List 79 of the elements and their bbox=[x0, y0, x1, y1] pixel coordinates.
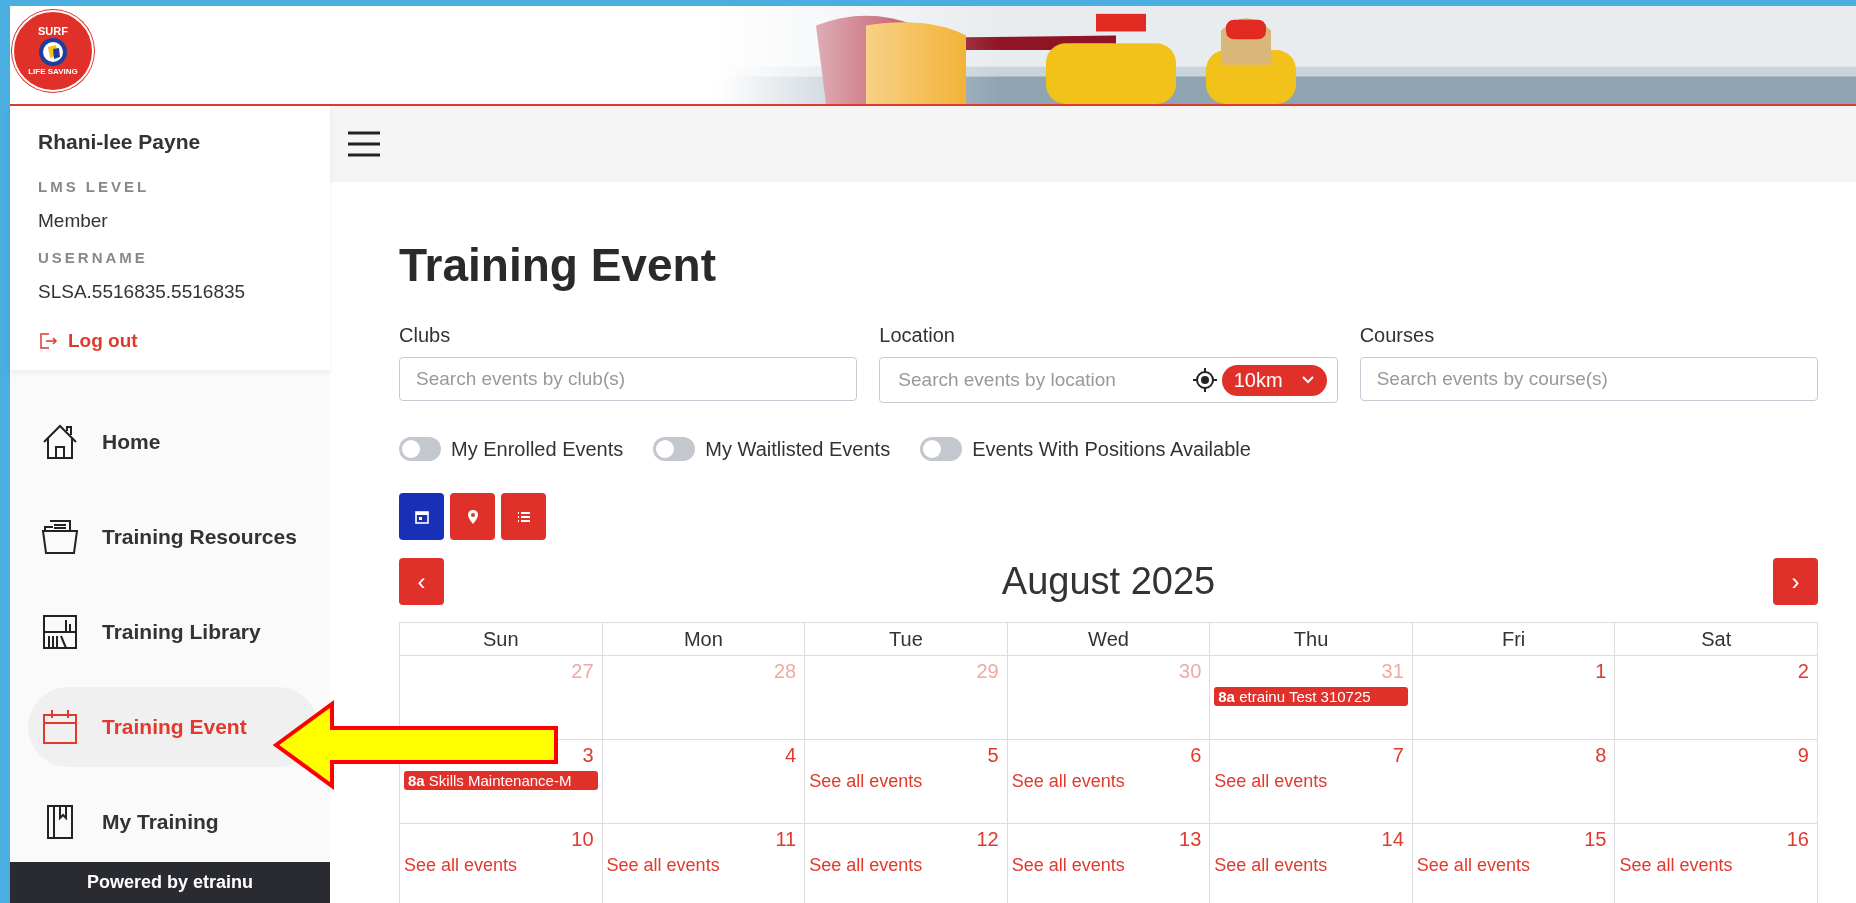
nav-item[interactable]: Training Event bbox=[28, 687, 318, 767]
folder-icon bbox=[40, 517, 80, 557]
day-number[interactable]: 11 bbox=[775, 828, 801, 851]
search-field[interactable]: Search events by club(s) bbox=[399, 357, 858, 401]
weekday-header: Sat bbox=[1615, 623, 1818, 656]
list-view-button[interactable] bbox=[501, 493, 546, 540]
logout-link[interactable]: Log out bbox=[38, 330, 138, 352]
see-all-events-link[interactable]: See all events bbox=[809, 855, 1003, 876]
location-field[interactable]: Search events by location 10km bbox=[879, 357, 1338, 403]
weekday-header: Tue bbox=[805, 623, 1008, 656]
day-number[interactable]: 5 bbox=[987, 744, 1003, 767]
weekday-header: Wed bbox=[1007, 623, 1211, 656]
calendar-icon bbox=[40, 707, 80, 747]
figure-icon bbox=[38, 37, 68, 67]
see-all-events-link[interactable]: See all events bbox=[1416, 855, 1611, 876]
see-all-events-link[interactable]: See all events bbox=[1214, 855, 1408, 876]
day-number[interactable]: 9 bbox=[1797, 744, 1813, 767]
see-all-events-link[interactable]: See all events bbox=[809, 771, 1003, 792]
toggle-switch[interactable] bbox=[653, 437, 696, 461]
day-number[interactable]: 4 bbox=[785, 744, 801, 767]
nav-item[interactable]: Training Library bbox=[28, 592, 318, 672]
weekday-header: Fri bbox=[1412, 623, 1616, 656]
day-number[interactable]: 12 bbox=[976, 828, 1003, 851]
menu-icon[interactable] bbox=[348, 131, 380, 157]
logo-text: SURF bbox=[38, 25, 68, 37]
event-chip[interactable]: 8a etrainu Test 310725 bbox=[1214, 687, 1408, 706]
day-number[interactable]: 3 bbox=[582, 744, 598, 767]
see-all-events-link[interactable]: See all events bbox=[1011, 771, 1206, 792]
field-label: Clubs bbox=[399, 324, 452, 347]
weekday-header: Thu bbox=[1210, 623, 1413, 656]
toggle-switch[interactable] bbox=[920, 437, 963, 461]
map-view-button[interactable] bbox=[450, 493, 495, 540]
calendar-view-button[interactable] bbox=[399, 493, 444, 540]
logo-text: LIFE SAVING bbox=[28, 67, 78, 77]
radius-dropdown[interactable]: 10km bbox=[1221, 364, 1327, 396]
nav-item[interactable]: Training Resources bbox=[28, 497, 318, 577]
see-all-events-link[interactable]: See all events bbox=[1214, 771, 1408, 792]
day-number[interactable]: 10 bbox=[571, 828, 598, 851]
day-number[interactable]: 1 bbox=[1595, 660, 1611, 683]
field-label: Courses bbox=[1359, 324, 1436, 347]
see-all-events-link[interactable]: See all events bbox=[606, 855, 801, 876]
field-label: Location bbox=[879, 324, 956, 347]
day-number[interactable]: 15 bbox=[1584, 828, 1611, 851]
see-all-events-link[interactable]: See all events bbox=[1619, 855, 1813, 876]
previous-month-button[interactable]: ‹ bbox=[399, 558, 444, 605]
next-month-button[interactable]: › bbox=[1773, 558, 1818, 605]
field-value: SLSA.5516835.5516835 bbox=[38, 281, 246, 303]
day-number[interactable]: 6 bbox=[1190, 744, 1206, 767]
calendar-icon bbox=[413, 508, 430, 525]
toggle-label: Events With Positions Available bbox=[972, 437, 1251, 461]
field-value: Member bbox=[38, 210, 108, 232]
day-number[interactable]: 13 bbox=[1179, 828, 1206, 851]
day-number[interactable]: 2 bbox=[1797, 660, 1813, 683]
weekday-header: Sun bbox=[400, 623, 603, 656]
event-chip[interactable]: 8a Skills Maintenance-M bbox=[404, 771, 598, 790]
toggle-switch[interactable] bbox=[399, 437, 441, 461]
toggle-label: My Enrolled Events bbox=[451, 437, 624, 461]
weekday-header: Mon bbox=[602, 623, 806, 656]
logout-icon bbox=[38, 331, 58, 351]
nav-item[interactable]: My Training bbox=[28, 782, 318, 862]
chevron-down-icon bbox=[1300, 375, 1315, 385]
bookshelf-icon bbox=[40, 612, 80, 652]
locate-icon[interactable] bbox=[1191, 367, 1218, 393]
day-number[interactable]: 16 bbox=[1786, 828, 1813, 851]
day-number[interactable]: 8 bbox=[1595, 744, 1611, 767]
search-field[interactable]: Search events by course(s) bbox=[1359, 357, 1818, 401]
logo[interactable]: SURF LIFE SAVING bbox=[12, 10, 94, 92]
field-label: LMS LEVEL bbox=[38, 178, 150, 195]
see-all-events-link[interactable]: See all events bbox=[404, 855, 598, 876]
powered-by-footer: Powered by etrainu bbox=[10, 862, 330, 903]
see-all-events-link[interactable]: See all events bbox=[1011, 855, 1206, 876]
toggle-label: My Waitlisted Events bbox=[705, 437, 891, 461]
nav-item[interactable]: Home bbox=[28, 402, 318, 482]
day-number[interactable]: 14 bbox=[1381, 828, 1408, 851]
user-name: Rhani-lee Payne bbox=[38, 130, 201, 154]
month-title: August 2025 bbox=[1001, 560, 1216, 603]
page-title: Training Event bbox=[399, 238, 717, 292]
day-number[interactable]: 7 bbox=[1392, 744, 1408, 767]
field-label: USERNAME bbox=[38, 249, 148, 266]
